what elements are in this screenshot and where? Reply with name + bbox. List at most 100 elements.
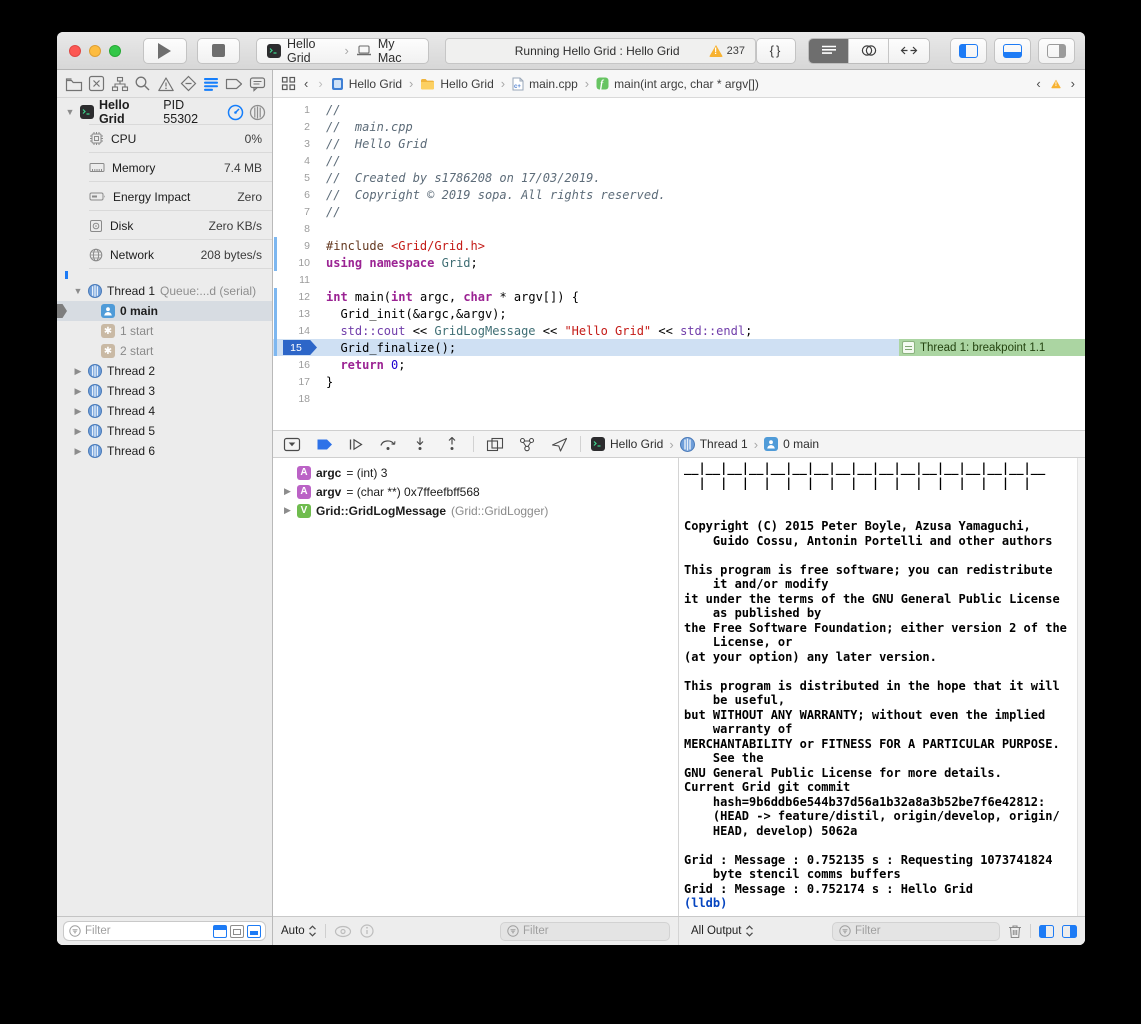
line-gutter-11[interactable]: 11 — [273, 271, 319, 288]
jumpbar-crumb-symbol[interactable]: f main(int argc, char * argv[]) — [596, 77, 759, 91]
step-over-button[interactable] — [377, 437, 399, 451]
stack-frame-2-start[interactable]: ✱2 start — [57, 341, 272, 361]
code-line-6[interactable]: 6// Copyright © 2019 sopa. All rights re… — [273, 186, 1085, 203]
code-line-2[interactable]: 2// main.cpp — [273, 118, 1085, 135]
test-navigator-icon[interactable] — [177, 73, 199, 95]
scheme-selector[interactable]: Hello Grid › My Mac — [256, 38, 429, 64]
line-gutter-4[interactable]: 4 — [273, 152, 319, 169]
continue-button[interactable] — [345, 438, 367, 451]
filter-toggle-debugged-icon[interactable] — [213, 925, 227, 938]
source-control-navigator-icon[interactable] — [86, 73, 108, 95]
next-issue-button[interactable]: › — [1069, 76, 1077, 91]
jumpbar-crumb-group[interactable]: Hello Grid — [420, 77, 493, 91]
toggle-debug-area-button[interactable] — [994, 38, 1031, 64]
line-gutter-8[interactable]: 8 — [273, 220, 319, 237]
disclosure-triangle-icon[interactable]: ▶ — [73, 426, 83, 437]
line-gutter-7[interactable]: 7 — [273, 203, 319, 220]
hide-debug-area-button[interactable] — [281, 437, 303, 452]
clear-console-button[interactable] — [1008, 923, 1022, 939]
gauge-row-energy-impact[interactable]: Energy ImpactZero — [57, 182, 272, 211]
console-filter-field[interactable]: Filter — [832, 922, 1000, 941]
view-mode-icon[interactable] — [249, 104, 266, 121]
step-into-button[interactable] — [409, 437, 431, 451]
navigator-filter-field[interactable]: Filter — [63, 921, 266, 941]
debugbar-crumb-frame[interactable]: 0 main — [783, 437, 819, 451]
code-line-1[interactable]: 1// — [273, 101, 1085, 118]
process-row[interactable]: ▼ Hello Grid PID 55302 — [57, 98, 272, 124]
filter-toggle-windows-icon[interactable] — [230, 925, 244, 938]
variables-scope-popup[interactable]: Auto — [281, 925, 317, 937]
disclosure-triangle-icon[interactable]: ▶ — [283, 486, 292, 497]
assistant-editor-button[interactable] — [849, 39, 889, 63]
code-line-10[interactable]: 10using namespace Grid; — [273, 254, 1085, 271]
run-button[interactable] — [143, 38, 187, 64]
thread-row-thread-4[interactable]: ▶Thread 4 — [57, 401, 272, 421]
code-line-15[interactable]: 15 Grid_finalize();Thread 1: breakpoint … — [273, 339, 1085, 356]
console-scrollbar[interactable] — [1077, 458, 1085, 916]
line-gutter-12[interactable]: 12 — [273, 288, 319, 305]
variables-filter-field[interactable]: Filter — [500, 922, 670, 941]
variables-view[interactable]: Aargc= (int) 3▶Aargv= (char **) 0x7ffeef… — [273, 458, 679, 916]
line-gutter-17[interactable]: 17 — [273, 373, 319, 390]
zoom-window-button[interactable] — [109, 45, 121, 57]
code-line-9[interactable]: 9#include <Grid/Grid.h> — [273, 237, 1085, 254]
code-line-7[interactable]: 7// — [273, 203, 1085, 220]
disclosure-triangle-icon[interactable]: ▼ — [65, 107, 75, 117]
code-line-8[interactable]: 8 — [273, 220, 1085, 237]
report-navigator-icon[interactable] — [246, 73, 268, 95]
stack-frame-0-main[interactable]: 0 main — [57, 301, 272, 321]
back-button[interactable]: ‹ — [302, 76, 310, 91]
find-navigator-icon[interactable] — [132, 73, 154, 95]
jumpbar-crumb-file[interactable]: c+ main.cpp — [512, 77, 578, 91]
warning-chip[interactable]: 237 — [709, 45, 755, 57]
info-icon[interactable] — [360, 924, 374, 938]
variable-row-grid-gridlogmessage[interactable]: ▶VGrid::GridLogMessage(Grid::GridLogger) — [273, 501, 678, 520]
memory-graph-button[interactable] — [516, 437, 538, 452]
console-view[interactable]: __|__|__|__|__|__|__|__|__|__|__|__|__|_… — [679, 458, 1085, 916]
library-button[interactable]: {} — [756, 38, 796, 64]
gauge-row-memory[interactable]: Memory7.4 MB — [57, 153, 272, 182]
step-out-button[interactable] — [441, 437, 463, 451]
line-gutter-15[interactable]: 15 — [273, 339, 319, 356]
disclosure-triangle-icon[interactable]: ▶ — [73, 386, 83, 397]
line-gutter-5[interactable]: 5 — [273, 169, 319, 186]
code-line-13[interactable]: 13 Grid_init(&argc,&argv); — [273, 305, 1085, 322]
code-line-12[interactable]: 12int main(int argc, char * argv[]) { — [273, 288, 1085, 305]
gauge-row-disk[interactable]: DiskZero KB/s — [57, 211, 272, 240]
variable-row-argv[interactable]: ▶Aargv= (char **) 0x7ffeefbff568 — [273, 482, 678, 501]
line-gutter-13[interactable]: 13 — [273, 305, 319, 322]
close-window-button[interactable] — [69, 45, 81, 57]
minimize-window-button[interactable] — [89, 45, 101, 57]
variable-row-argc[interactable]: Aargc= (int) 3 — [273, 463, 678, 482]
disclosure-triangle-icon[interactable]: ▶ — [73, 446, 83, 457]
simulate-location-button[interactable] — [548, 437, 570, 452]
quicklook-icon[interactable] — [334, 925, 352, 938]
breakpoint-indicator[interactable]: 15 — [283, 340, 317, 355]
disclosure-triangle-icon[interactable]: ▶ — [283, 505, 292, 516]
console-scope-popup[interactable]: All Output — [691, 925, 754, 937]
breakpoint-navigator-icon[interactable] — [223, 73, 245, 95]
version-editor-button[interactable] — [889, 39, 929, 63]
debugbar-crumb-thread[interactable]: Thread 1 — [700, 437, 748, 451]
thread-row-thread-3[interactable]: ▶Thread 3 — [57, 381, 272, 401]
line-gutter-9[interactable]: 9 — [273, 237, 319, 254]
line-gutter-14[interactable]: 14 — [273, 322, 319, 339]
code-line-17[interactable]: 17} — [273, 373, 1085, 390]
show-variables-view-toggle[interactable] — [1039, 925, 1054, 938]
project-navigator-icon[interactable] — [63, 73, 85, 95]
source-editor[interactable]: 1//2// main.cpp3// Hello Grid4//5// Crea… — [273, 98, 1085, 430]
toggle-navigator-button[interactable] — [950, 38, 987, 64]
forward-button[interactable]: › — [316, 76, 324, 91]
thread-row-thread-1[interactable]: ▼Thread 1Queue:...d (serial) — [57, 281, 272, 301]
disclosure-triangle-icon[interactable]: ▼ — [73, 286, 83, 296]
thread-row-thread-2[interactable]: ▶Thread 2 — [57, 361, 272, 381]
standard-editor-button[interactable] — [809, 39, 849, 63]
thread-row-thread-6[interactable]: ▶Thread 6 — [57, 441, 272, 461]
stop-button[interactable] — [197, 38, 241, 64]
disclosure-triangle-icon[interactable]: ▶ — [73, 366, 83, 377]
line-gutter-10[interactable]: 10 — [273, 254, 319, 271]
toggle-inspector-button[interactable] — [1038, 38, 1075, 64]
code-line-11[interactable]: 11 — [273, 271, 1085, 288]
breakpoints-toggle-button[interactable] — [313, 438, 335, 451]
disclosure-triangle-icon[interactable]: ▶ — [73, 406, 83, 417]
